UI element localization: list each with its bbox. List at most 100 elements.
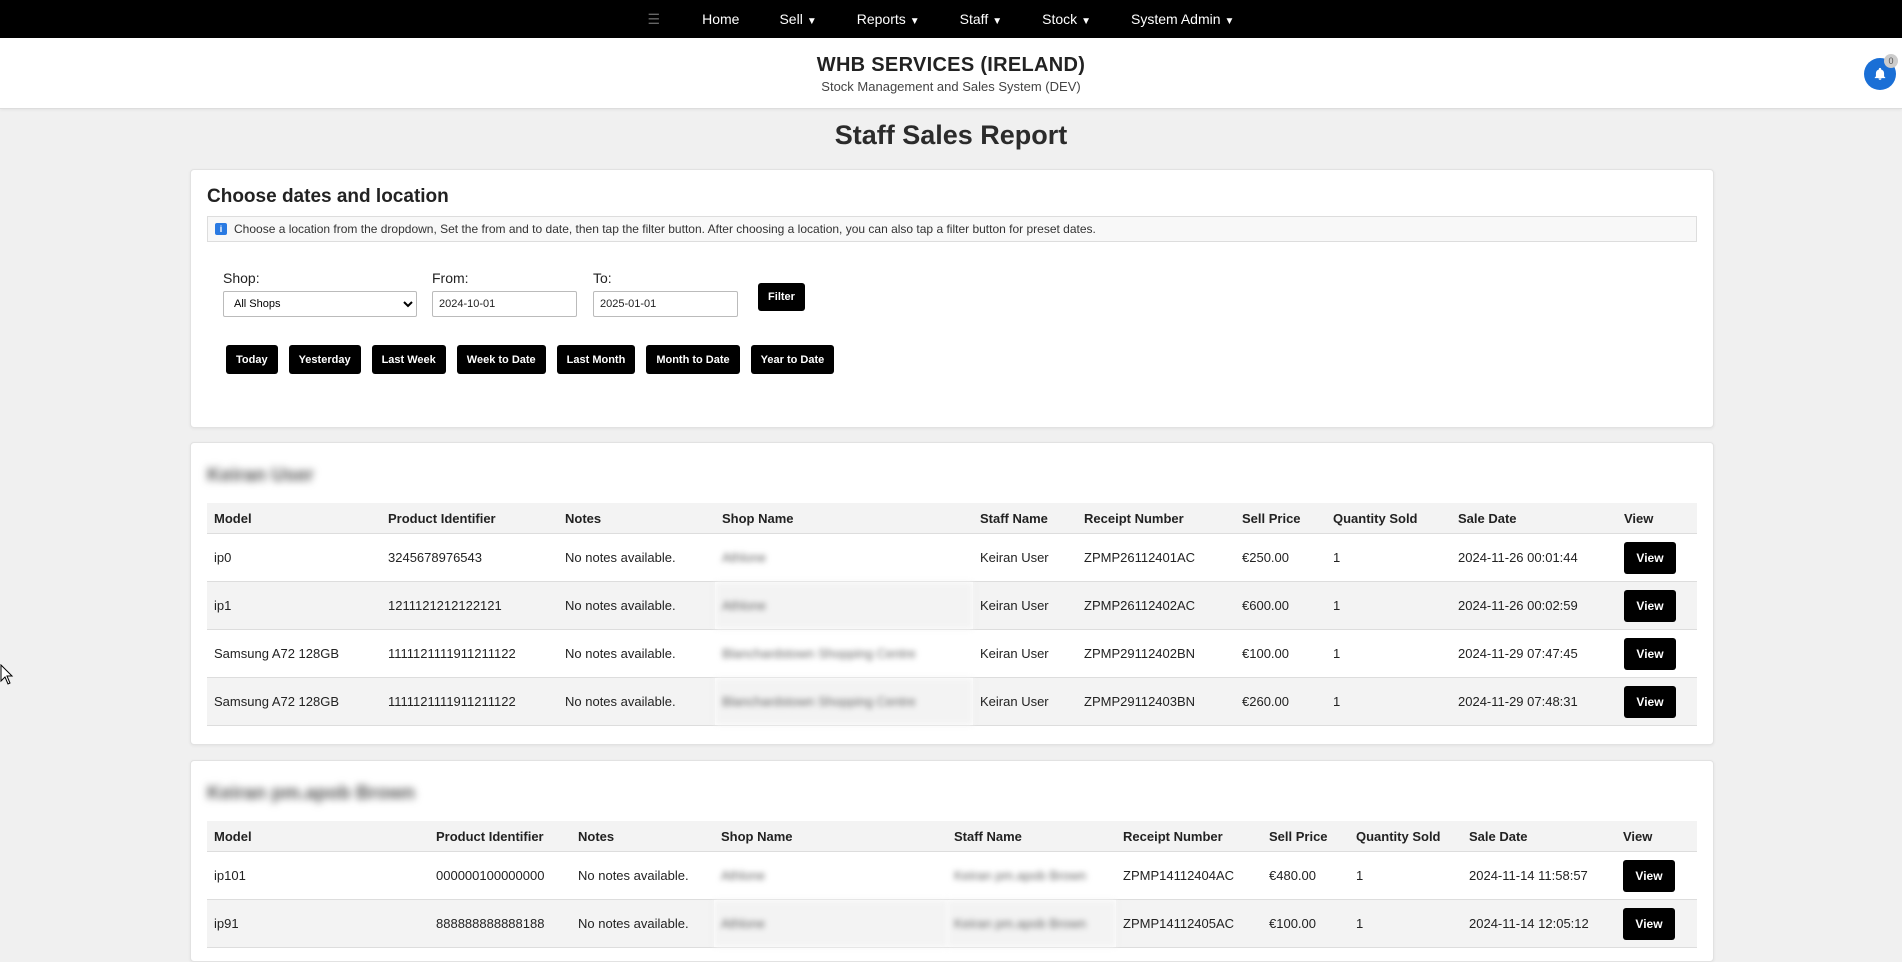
preset-last-month-button[interactable]: Last Month [556,345,636,374]
shop-label: Shop: [223,270,260,286]
column-header: Notes [571,821,714,852]
price-cell: €480.00 [1262,851,1349,900]
top-nav: ☰ Home Sell ▼ Reports ▼ Staff ▼ Stock ▼ Syst… [0,0,1902,38]
staff-cell: Keiran User [973,533,1077,582]
nav-system-admin[interactable]: System Admin ▼ [1131,11,1234,27]
view-button[interactable]: View [1624,589,1676,622]
view-button[interactable]: View [1623,907,1675,940]
column-header: Receipt Number [1077,503,1235,534]
view-button[interactable]: View [1624,541,1676,574]
column-header: Model [207,503,381,534]
price-cell: €250.00 [1235,533,1326,582]
to-date-value: 2025-01-01 [600,298,657,310]
price-cell: €100.00 [1262,899,1349,948]
view-cell: View [1617,533,1697,582]
table-header-row: Model Product Identifier Notes Shop Name… [207,503,1697,534]
shop-cell: Blanchardstown Shopping Centre [715,677,973,726]
from-date-value: 2024-10-01 [439,298,496,310]
column-header: Sale Date [1451,503,1617,534]
notification-count-badge: 0 [1884,54,1898,68]
shop-cell: Athlone [714,851,947,900]
view-button[interactable]: View [1623,859,1675,892]
model-cell: ip0 [207,533,381,582]
staff-cell: Keiran pm.apob Brown [947,851,1116,900]
notifications-button[interactable]: 0 [1864,54,1898,90]
column-header: Model [207,821,429,852]
nav-sell-label: Sell [779,11,803,27]
preset-month-to-date-button[interactable]: Month to Date [646,345,740,374]
shop-cell: Athlone [714,899,947,948]
preset-yesterday-button[interactable]: Yesterday [288,345,361,374]
notes-cell: No notes available. [558,533,715,582]
filter-card: Choose dates and location i Choose a loc… [190,169,1714,428]
notes-cell: No notes available. [558,629,715,678]
filter-heading: Choose dates and location [207,186,449,207]
preset-today-button[interactable]: Today [226,345,278,374]
table-row: ip91 888888888888188 No notes available.… [207,899,1697,948]
view-cell: View [1616,899,1697,948]
staff-section-name: Keiran pm.apob Brown [207,783,415,804]
price-cell: €600.00 [1235,581,1326,630]
info-icon: i [215,223,227,235]
column-header: Shop Name [715,503,973,534]
receipt-cell: ZPMP14112404AC [1116,851,1262,900]
chevron-down-icon: ▼ [806,16,817,27]
preset-week-to-date-button[interactable]: Week to Date [456,345,546,374]
date-cell: 2024-11-26 00:01:44 [1451,533,1617,582]
nav-sell[interactable]: Sell ▼ [779,11,816,27]
column-header: Sale Date [1462,821,1616,852]
date-cell: 2024-11-29 07:48:31 [1451,677,1617,726]
date-cell: 2024-11-26 00:02:59 [1451,581,1617,630]
view-button[interactable]: View [1624,685,1676,718]
nav-staff[interactable]: Staff ▼ [960,11,1002,27]
staff-section: Keiran User Model Product Identifier Not… [190,442,1714,745]
column-header: View [1616,821,1697,852]
nav-reports[interactable]: Reports ▼ [857,11,920,27]
quantity-cell: 1 [1349,851,1462,900]
nav-stock[interactable]: Stock ▼ [1042,11,1091,27]
shop-cell: Blanchardstown Shopping Centre [715,629,973,678]
view-cell: View [1617,629,1697,678]
notes-cell: No notes available. [558,581,715,630]
column-header: Staff Name [973,503,1077,534]
preset-last-week-button[interactable]: Last Week [371,345,446,374]
from-date-input[interactable]: 2024-10-01 [432,291,577,317]
to-date-input[interactable]: 2025-01-01 [593,291,738,317]
from-label: From: [432,270,469,286]
column-header: Product Identifier [429,821,571,852]
notes-cell: No notes available. [558,677,715,726]
quantity-cell: 1 [1326,533,1451,582]
column-header: Receipt Number [1116,821,1262,852]
date-cell: 2024-11-14 12:05:12 [1462,899,1616,948]
model-cell: ip1 [207,581,381,630]
view-button[interactable]: View [1624,637,1676,670]
view-cell: View [1617,677,1697,726]
quantity-cell: 1 [1326,581,1451,630]
preset-buttons: Today Yesterday Last Week Week to Date L… [226,345,845,374]
staff-section: Keiran pm.apob Brown Model Product Ident… [190,760,1714,962]
column-header: Staff Name [947,821,1116,852]
date-cell: 2024-11-14 11:58:57 [1462,851,1616,900]
menu-icon[interactable]: ☰ [648,11,661,28]
from-field: From: 2024-10-01 [432,270,577,317]
nav-home[interactable]: Home [702,11,739,27]
info-banner: i Choose a location from the dropdown, S… [207,216,1697,242]
notes-cell: No notes available. [571,851,714,900]
model-cell: Samsung A72 128GB [207,629,381,678]
preset-year-to-date-button[interactable]: Year to Date [750,345,835,374]
receipt-cell: ZPMP26112401AC [1077,533,1235,582]
model-cell: ip91 [207,899,429,948]
filter-button[interactable]: Filter [758,283,805,311]
bell-icon [1874,67,1886,80]
nav-staff-label: Staff [959,11,989,27]
receipt-cell: ZPMP26112402AC [1077,581,1235,630]
column-header: Product Identifier [381,503,558,534]
staff-cell: Keiran pm.apob Brown [947,899,1116,948]
column-header: Quantity Sold [1349,821,1462,852]
identifier-cell: 000000100000000 [429,851,571,900]
shop-select[interactable]: All Shops [223,291,417,317]
quantity-cell: 1 [1326,629,1451,678]
shop-field: Shop: All Shops [223,270,417,317]
table-row: Samsung A72 128GB 1111121111911211122 No… [207,629,1697,678]
price-cell: €100.00 [1235,629,1326,678]
